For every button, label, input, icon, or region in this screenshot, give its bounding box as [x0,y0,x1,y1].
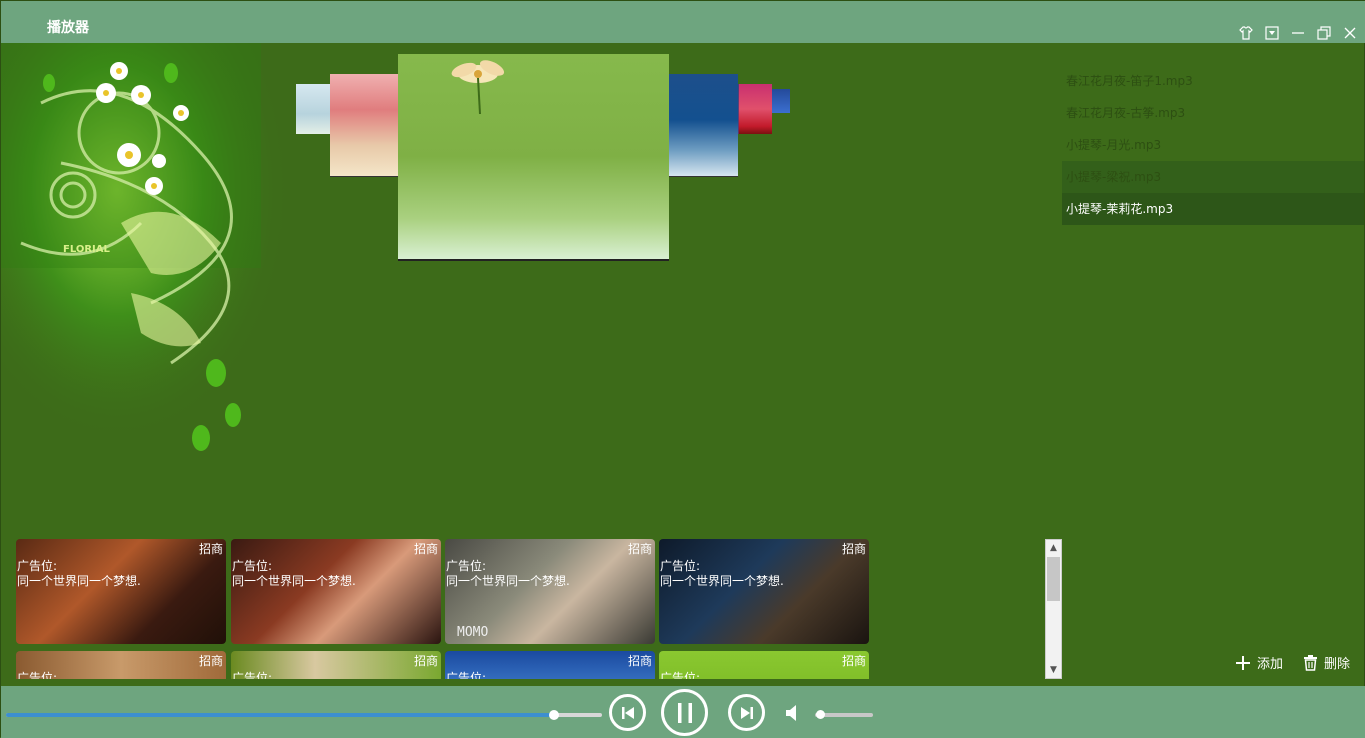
close-icon[interactable] [1342,25,1358,41]
volume-knob[interactable] [815,710,825,719]
scroll-up-icon[interactable]: ▲ [1046,540,1061,556]
progress-fill [6,713,555,717]
title-bar[interactable]: 播放器 [1,1,1365,43]
playlist: 春江花月夜-笛子1.mp3 春江花月夜-古筝.mp3 小提琴-月光.mp3 小提… [1062,65,1364,225]
delete-button[interactable]: 删除 [1303,653,1350,672]
volume-slider[interactable] [815,710,873,719]
ad-tag: 招商 [627,654,652,668]
pause-icon [677,702,692,723]
control-bar [1,686,1365,738]
ad-card[interactable]: 招商 广告位: 同一个世界同一个梦想. [659,539,869,644]
ad-grid: 招商 广告位: 同一个世界同一个梦想. 招商 广告位: 同一个世界同一个梦想. … [16,539,1046,679]
ad-title: 广告位: [660,671,701,679]
trash-icon [1303,654,1317,671]
playlist-item[interactable]: 春江花月夜-古筝.mp3 [1062,97,1364,129]
ad-slogan: 同一个世界同一个梦想. [232,574,356,588]
floral-artwork: FLORIAL [1,43,291,463]
ad-tag: 招商 [413,654,438,668]
playlist-item[interactable]: 小提琴-梁祝.mp3 [1062,161,1364,193]
pause-button[interactable] [661,689,708,736]
playlist-actions: 添加 删除 [1235,653,1350,672]
add-button[interactable]: 添加 [1235,653,1283,672]
ad-tag: 招商 [841,542,866,556]
minimize-icon[interactable] [1290,25,1306,41]
playlist-item-selected[interactable]: 小提琴-茉莉花.mp3 [1062,193,1364,225]
ad-title: 广告位: [446,671,487,679]
ad-title: 广告位: [232,671,273,679]
art-brand-text: FLORIAL [63,244,111,255]
cover-main[interactable] [398,54,669,259]
previous-button[interactable] [609,694,646,731]
dropdown-icon[interactable] [1264,25,1280,41]
ad-tag: 招商 [413,542,438,556]
player-window: 播放器 FLORIAL 春江花月夜-笛子1.mp3 春江花月夜-古筝.mp3 小… [0,0,1365,738]
window-title: 播放器 [47,20,89,36]
ad-card[interactable]: 招商 广告位: [16,651,226,679]
cover-thumb[interactable] [772,89,790,113]
previous-icon [621,706,634,719]
delete-label: 删除 [1323,657,1350,672]
ad-card[interactable]: 招商 广告位: 同一个世界同一个梦想. [16,539,226,644]
ad-card[interactable]: 招商 广告位: [445,651,655,679]
ad-tag: 招商 [198,542,223,556]
cover-thumb[interactable] [330,74,398,176]
playlist-item[interactable]: 小提琴-月光.mp3 [1062,129,1364,161]
ad-slogan: 同一个世界同一个梦想. [660,574,784,588]
ad-title: 广告位: [17,671,58,679]
scrollbar-thumb[interactable] [1047,557,1060,601]
add-label: 添加 [1256,657,1283,672]
title-bar-controls [1238,25,1358,41]
cover-thumb[interactable] [669,74,738,176]
ad-slogan: 同一个世界同一个梦想. [446,574,570,588]
ad-tag: 招商 [841,654,866,668]
progress-knob[interactable] [549,710,560,720]
ad-card[interactable]: 招商 广告位: 同一个世界同一个梦想. MOMO [445,539,655,644]
ad-slogan: 同一个世界同一个梦想. [17,574,141,588]
ad-card[interactable]: 招商 广告位: [231,651,441,679]
cover-thumb[interactable] [738,84,772,134]
ad-watermark: MOMO [457,625,489,640]
plus-icon [1235,655,1250,670]
ad-scrollbar[interactable]: ▲ ▼ [1045,539,1062,679]
playlist-item[interactable]: 春江花月夜-笛子1.mp3 [1062,65,1364,97]
cover-thumb[interactable] [296,84,330,134]
ad-tag: 招商 [198,654,223,668]
ad-tag: 招商 [627,542,652,556]
volume-icon[interactable] [785,704,799,726]
skin-icon[interactable] [1238,25,1254,41]
next-icon [740,706,753,719]
next-button[interactable] [728,694,765,731]
scroll-down-icon[interactable]: ▼ [1046,662,1061,678]
progress-slider[interactable] [6,710,602,720]
restore-icon[interactable] [1316,25,1332,41]
ad-card[interactable]: 招商 广告位: 同一个世界同一个梦想. [231,539,441,644]
ad-card[interactable]: 招商 广告位: [659,651,869,679]
